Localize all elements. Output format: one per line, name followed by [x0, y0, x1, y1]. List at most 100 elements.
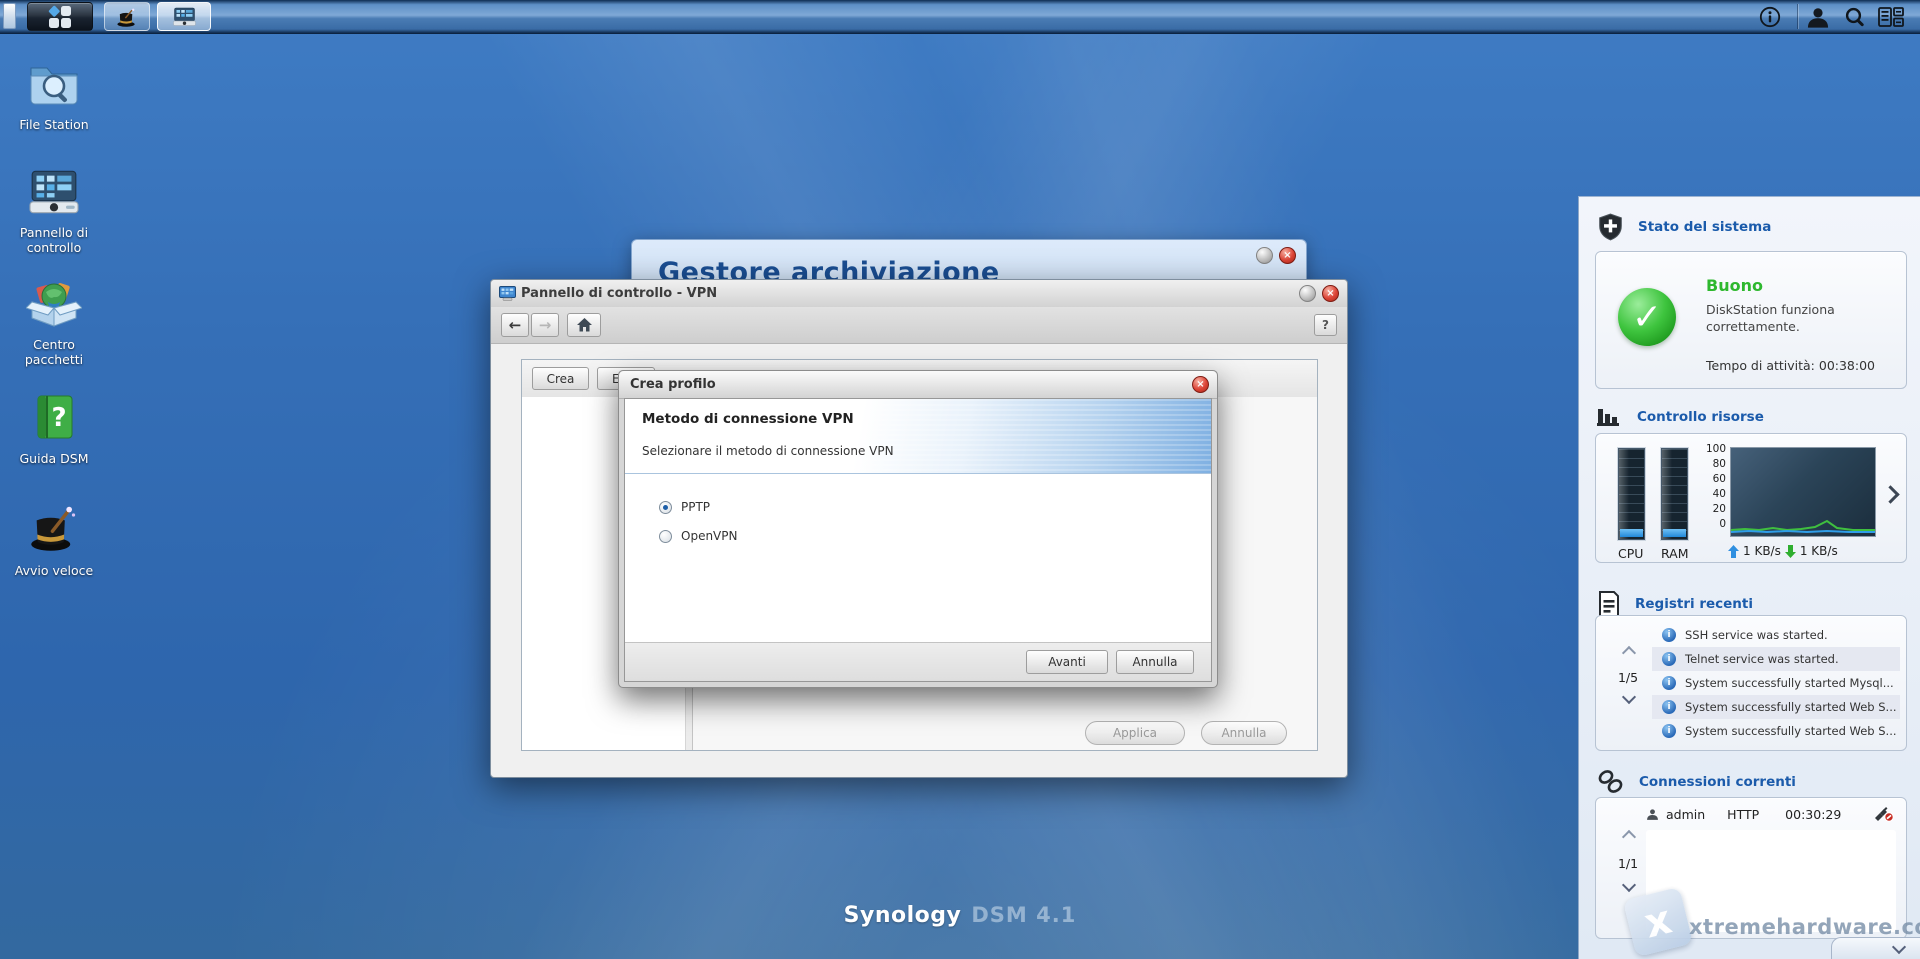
- magic-hat-icon: [31, 506, 76, 551]
- close-icon[interactable]: ×: [1279, 247, 1296, 264]
- taskbar-separator: [1797, 4, 1798, 29]
- home-icon: [576, 318, 592, 332]
- info-icon: i: [1662, 676, 1676, 690]
- radio-option-openvpn[interactable]: OpenVPN: [659, 529, 737, 543]
- cancel-button[interactable]: Annulla: [1116, 650, 1194, 674]
- show-desktop-button[interactable]: [3, 3, 16, 29]
- search-icon: [1845, 7, 1864, 26]
- logs-page-down-chevron[interactable]: [1621, 689, 1637, 705]
- info-icon: [1759, 6, 1781, 28]
- create-profile-dialog: Crea profilo × Metodo di connessione VPN…: [618, 370, 1218, 688]
- chain-link-icon: [1598, 770, 1623, 793]
- desktop-icon-file-station[interactable]: File Station: [6, 58, 102, 132]
- logs-pager: 1/5: [1617, 670, 1639, 685]
- expand-resource-monitor-chevron[interactable]: [1881, 485, 1900, 504]
- create-button[interactable]: Crea: [532, 367, 589, 390]
- system-widget-panel: Stato del sistema ✓ Buono DiskStation fu…: [1578, 196, 1920, 959]
- close-icon[interactable]: ×: [1192, 376, 1209, 393]
- back-button[interactable]: ←: [501, 313, 529, 337]
- forward-button[interactable]: →: [531, 313, 559, 337]
- file-station-icon: [30, 67, 78, 105]
- pilot-view-button[interactable]: [1878, 5, 1904, 29]
- radio-unselected-icon[interactable]: [659, 529, 672, 543]
- package-center-icon: [25, 283, 83, 327]
- system-info-button[interactable]: [1757, 5, 1783, 29]
- resource-monitor-box: CPU RAM 100 80 60 40 20 0 1 KB/s 1 KB/s: [1595, 433, 1907, 563]
- download-value: 1 KB/s: [1799, 544, 1838, 558]
- svg-text:?: ?: [51, 403, 66, 433]
- magic-hat-icon: [117, 8, 135, 27]
- wizard-subheading: Selezionare il metodo di connessione VPN: [642, 444, 894, 458]
- section-title: Registri recenti: [1635, 596, 1753, 612]
- recent-logs-header: Registri recenti: [1597, 591, 1753, 617]
- log-row[interactable]: i SSH service was started.: [1652, 623, 1900, 647]
- connections-pager: 1/1: [1617, 856, 1639, 871]
- cpu-gauge: [1618, 448, 1645, 540]
- window-title: Pannello di controllo - VPN: [521, 286, 718, 301]
- minimize-button[interactable]: [1256, 247, 1273, 264]
- desktop-icon-control-panel[interactable]: Pannello di controllo: [6, 168, 102, 255]
- taskbar: [0, 0, 1920, 34]
- bar-chart-icon: [1597, 409, 1619, 426]
- section-title: Connessioni correnti: [1639, 774, 1796, 790]
- connections-page-up-chevron[interactable]: [1621, 829, 1637, 845]
- apply-button[interactable]: Applica: [1085, 721, 1185, 745]
- quick-launch-button[interactable]: [104, 2, 150, 31]
- system-status-box: ✓ Buono DiskStation funziona correttamen…: [1595, 251, 1907, 389]
- info-icon: i: [1662, 724, 1676, 738]
- resource-monitor-header: Controllo risorse: [1597, 405, 1764, 429]
- control-panel-window-icon: [499, 286, 516, 301]
- radio-option-pptp[interactable]: PPTP: [659, 500, 710, 514]
- log-row[interactable]: i Telnet service was started.: [1652, 647, 1900, 671]
- uptime-label: Tempo di attività: 00:38:00: [1706, 358, 1876, 373]
- home-button[interactable]: [567, 313, 601, 337]
- cancel-button[interactable]: Annulla: [1201, 721, 1287, 745]
- user-menu-button[interactable]: [1805, 5, 1831, 29]
- desktop-icon-dsm-help[interactable]: ? Guida DSM: [6, 392, 102, 466]
- minimize-button[interactable]: [1299, 285, 1316, 302]
- search-button[interactable]: [1842, 5, 1868, 29]
- recent-logs-box: 1/5 i SSH service was started. i Telnet se…: [1595, 615, 1907, 751]
- connection-protocol: HTTP: [1727, 806, 1760, 822]
- dsm-help-icon: ?: [37, 395, 73, 439]
- dialog-footer: Avanti Annulla: [625, 642, 1211, 681]
- ram-gauge: [1661, 448, 1688, 540]
- window-titlebar[interactable]: Pannello di controllo - VPN ×: [491, 280, 1347, 308]
- watermark-text: xtremehardware.com: [1689, 915, 1920, 939]
- disconnect-plug-icon[interactable]: [1874, 806, 1894, 822]
- close-icon[interactable]: ×: [1322, 285, 1339, 302]
- radio-label: OpenVPN: [681, 529, 738, 543]
- radio-label: PPTP: [681, 500, 711, 514]
- widget-panel-collapse-tab[interactable]: [1831, 937, 1920, 959]
- pilot-view-icon: [1878, 7, 1904, 27]
- radio-selected-icon[interactable]: [659, 500, 672, 514]
- log-row[interactable]: i System successfully started Web S...: [1652, 719, 1900, 743]
- status-value: Buono: [1706, 276, 1763, 295]
- log-row[interactable]: i System successfully started Mysql...: [1652, 671, 1900, 695]
- control-panel-task-button[interactable]: [157, 2, 211, 31]
- system-status-header: Stato del sistema: [1597, 213, 1771, 241]
- logs-page-up-chevron[interactable]: [1621, 645, 1637, 661]
- upload-value: 1 KB/s: [1743, 544, 1781, 558]
- log-document-icon: [1599, 591, 1619, 617]
- user-icon: [1647, 808, 1658, 820]
- desktop-icon-package-center[interactable]: Centro pacchetti: [6, 278, 102, 367]
- download-arrow-icon: [1784, 544, 1796, 558]
- dsm-branding: Synology DSM 4.1: [844, 903, 1077, 928]
- next-button[interactable]: Avanti: [1026, 650, 1108, 674]
- upload-arrow-icon: [1728, 544, 1739, 558]
- network-traffic-graph: [1730, 447, 1876, 537]
- brand-version: DSM 4.1: [971, 903, 1077, 927]
- window-toolbar: ← → ?: [491, 307, 1347, 344]
- dialog-titlebar[interactable]: Crea profilo ×: [619, 371, 1217, 399]
- connections-page-down-chevron[interactable]: [1621, 877, 1637, 893]
- control-panel-icon: [29, 170, 79, 214]
- log-row[interactable]: i System successfully started Web S...: [1652, 695, 1900, 719]
- connection-row[interactable]: admin HTTP 00:30:29: [1646, 806, 1894, 822]
- help-button[interactable]: ?: [1314, 314, 1337, 336]
- main-menu-button[interactable]: [27, 2, 93, 31]
- status-ok-icon: ✓: [1618, 288, 1676, 346]
- status-description: DiskStation funziona correttamente.: [1706, 302, 1835, 334]
- network-throughput: 1 KB/s 1 KB/s: [1728, 544, 1838, 558]
- desktop-icon-quick-start[interactable]: Avvio veloce: [6, 502, 102, 578]
